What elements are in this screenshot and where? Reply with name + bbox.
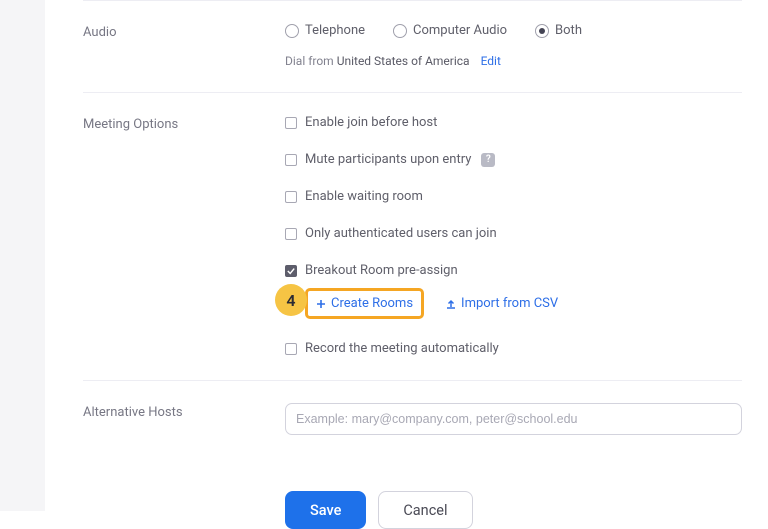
settings-form: Audio Telephone Computer Audio Both Dial… bbox=[45, 0, 768, 529]
radio-label: Telephone bbox=[305, 23, 365, 38]
option-label: Enable waiting room bbox=[305, 189, 423, 204]
option-label: Record the meeting automatically bbox=[305, 341, 499, 356]
checkbox-icon bbox=[285, 191, 297, 203]
radio-computer-audio[interactable]: Computer Audio bbox=[393, 23, 507, 38]
radio-icon bbox=[535, 24, 549, 38]
option-breakout-preassign[interactable]: Breakout Room pre-assign bbox=[285, 263, 742, 278]
option-authenticated-only[interactable]: Only authenticated users can join bbox=[285, 226, 742, 241]
radio-icon bbox=[285, 24, 299, 38]
left-nav-stub bbox=[0, 0, 45, 511]
radio-icon bbox=[393, 24, 407, 38]
annotation-step-badge: 4 bbox=[275, 284, 307, 316]
checkbox-icon bbox=[285, 228, 297, 240]
form-actions: Save Cancel bbox=[83, 491, 742, 529]
dial-from-region: United States of America bbox=[337, 54, 470, 68]
dial-edit-link[interactable]: Edit bbox=[481, 54, 501, 68]
option-waiting-room[interactable]: Enable waiting room bbox=[285, 189, 742, 204]
help-icon[interactable]: ? bbox=[481, 153, 495, 167]
radio-label: Both bbox=[555, 23, 582, 38]
radio-both[interactable]: Both bbox=[535, 23, 582, 38]
dial-from-prefix: Dial from bbox=[285, 54, 334, 68]
import-csv-button[interactable]: Import from CSV bbox=[438, 291, 566, 316]
alternative-hosts-input[interactable] bbox=[285, 403, 742, 435]
section-label-althosts: Alternative Hosts bbox=[83, 403, 285, 435]
plus-icon bbox=[316, 299, 326, 309]
option-label: Only authenticated users can join bbox=[305, 226, 497, 241]
radio-label: Computer Audio bbox=[413, 23, 507, 38]
section-label-audio: Audio bbox=[83, 23, 285, 68]
checkbox-icon bbox=[285, 117, 297, 129]
checkbox-icon bbox=[285, 343, 297, 355]
create-rooms-button[interactable]: Create Rooms bbox=[305, 288, 424, 319]
section-label-meeting: Meeting Options bbox=[83, 115, 285, 356]
section-meeting-options: Meeting Options Enable join before host … bbox=[83, 93, 742, 381]
checkbox-icon bbox=[285, 265, 297, 277]
section-audio: Audio Telephone Computer Audio Both Dial… bbox=[83, 1, 742, 93]
create-rooms-label: Create Rooms bbox=[331, 296, 413, 311]
option-label: Breakout Room pre-assign bbox=[305, 263, 458, 278]
save-button[interactable]: Save bbox=[285, 491, 366, 529]
section-alternative-hosts: Alternative Hosts bbox=[83, 381, 742, 459]
cancel-button[interactable]: Cancel bbox=[378, 491, 472, 529]
option-label: Mute participants upon entry bbox=[305, 152, 471, 167]
option-mute-on-entry[interactable]: Mute participants upon entry ? bbox=[285, 152, 742, 167]
dial-from-line: Dial from United States of America Edit bbox=[285, 54, 742, 68]
option-join-before-host[interactable]: Enable join before host bbox=[285, 115, 742, 130]
checkbox-icon bbox=[285, 154, 297, 166]
option-label: Enable join before host bbox=[305, 115, 437, 130]
import-csv-label: Import from CSV bbox=[461, 296, 558, 311]
upload-icon bbox=[446, 299, 456, 309]
option-record-auto[interactable]: Record the meeting automatically bbox=[285, 341, 742, 356]
radio-telephone[interactable]: Telephone bbox=[285, 23, 365, 38]
